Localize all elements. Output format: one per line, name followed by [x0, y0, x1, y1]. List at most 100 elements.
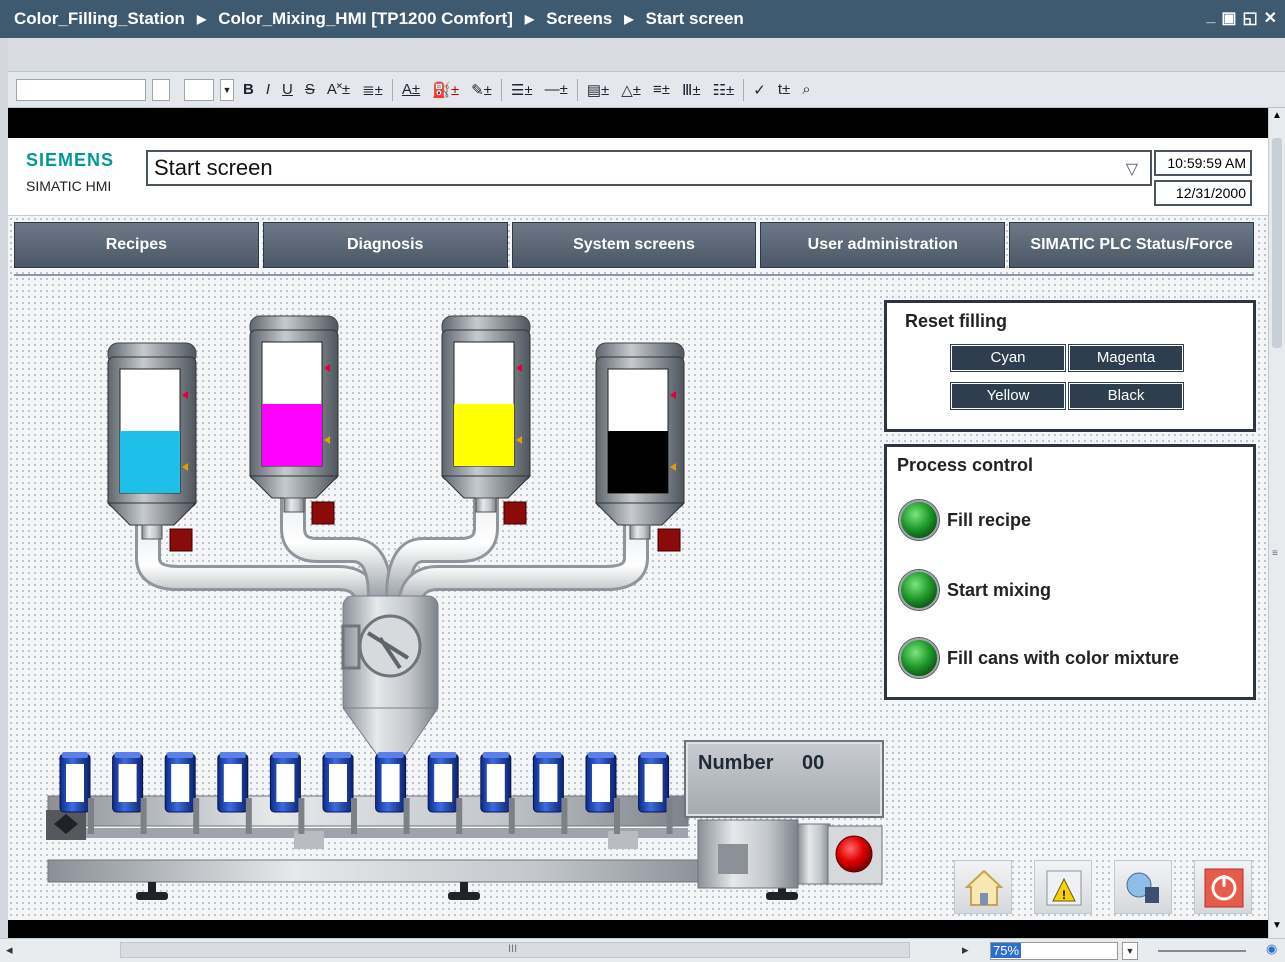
chevron-left-icon[interactable]: ◂ [6, 942, 13, 958]
float-icon[interactable]: ◱ [1242, 8, 1257, 28]
close-icon[interactable]: ✕ [1264, 8, 1277, 28]
breadcrumb-device[interactable]: Color_Mixing_HMI [TP1200 Comfort] [218, 9, 513, 29]
start-mixing-label: Start mixing [947, 579, 1052, 600]
stop-runtime-button[interactable] [1194, 860, 1252, 914]
emergency-stop-icon[interactable] [835, 835, 873, 873]
tank-level-fill [262, 404, 322, 466]
tank-black [594, 342, 686, 552]
status-led-icon [899, 570, 939, 610]
pipe-network [135, 475, 649, 621]
reset-yellow-button[interactable]: Yellow [950, 382, 1066, 410]
tank-level-fill [120, 431, 180, 493]
rotate-icon[interactable]: △± [618, 81, 644, 99]
window-titlebar: Color_Filling_Station ▶ Color_Mixing_HMI… [0, 0, 1285, 38]
zoom-value: 75% [991, 943, 1022, 958]
chevron-up-icon[interactable]: ▲ [1272, 110, 1282, 121]
reset-black-button[interactable]: Black [1068, 382, 1184, 410]
process-control-title: Process control [897, 455, 1034, 475]
minimize-icon[interactable]: _ [1206, 8, 1215, 28]
line-style-icon[interactable]: ☰± [508, 81, 536, 99]
toolbar-divider [576, 78, 578, 101]
home-icon [964, 869, 1004, 906]
zoom-dropdown-icon[interactable]: ▼ [1122, 942, 1138, 960]
breadcrumb-screens[interactable]: Screens [546, 9, 612, 29]
device-frame-top [8, 108, 1268, 138]
device-frame-bottom [8, 920, 1268, 938]
status-bar: ◂ III ▸ 75% ▼ ◉ [0, 938, 1285, 962]
italic-icon[interactable]: I [263, 81, 273, 98]
reset-filling-title: Reset filling [905, 311, 1008, 331]
line-width-icon[interactable]: —± [542, 81, 571, 98]
alarm-button[interactable]: ! [1034, 860, 1092, 914]
conveyor-motor [697, 819, 883, 889]
font-size-dropdown-icon[interactable]: ▼ [220, 78, 234, 101]
breadcrumb-separator-icon: ▶ [624, 12, 634, 26]
align-icon[interactable]: ▤± [584, 81, 612, 99]
reset-cyan-button[interactable]: Cyan [950, 344, 1066, 372]
status-led-icon [899, 638, 939, 678]
breadcrumb-start-screen[interactable]: Start screen [646, 9, 744, 29]
distribute-icon[interactable]: ≡± [650, 81, 673, 98]
reset-magenta-button[interactable]: Magenta [1068, 344, 1184, 372]
fit-to-window-icon[interactable]: ◉ [1266, 941, 1277, 957]
underline-icon[interactable]: U [279, 81, 296, 98]
alarm-warning-icon: ! [1046, 870, 1082, 906]
zoom-area-icon[interactable]: ⌕ [799, 81, 813, 98]
chevron-down-icon[interactable]: ▼ [1272, 920, 1282, 931]
power-stop-icon [1204, 868, 1244, 908]
language-globe-icon [1126, 872, 1159, 903]
columns-icon[interactable]: Ⅲ± [679, 81, 704, 99]
toolbar-divider [500, 78, 502, 101]
font-family-input[interactable] [16, 78, 146, 101]
scroll-grip-icon: ≡ [1272, 548, 1278, 559]
valve-icon[interactable] [311, 501, 335, 525]
counter-value: 00 [802, 752, 825, 774]
tank-yellow [440, 315, 532, 525]
fill-cans-button[interactable]: Fill cans with color mixture [899, 637, 1179, 679]
toolbar-divider [743, 78, 745, 101]
font-size-grow-icon[interactable]: A˟± [324, 81, 353, 98]
process-control-panel: Process control Fill recipe Start mixing… [884, 444, 1256, 700]
line-color-icon[interactable]: ✎± [468, 81, 495, 99]
tank-level-fill [454, 404, 514, 466]
valve-icon[interactable] [169, 528, 193, 552]
fill-color-icon[interactable]: ⛽± [429, 81, 462, 99]
start-mixing-button[interactable]: Start mixing [899, 569, 1051, 611]
scroll-grip-label: III [508, 943, 518, 955]
fill-cans-label: Fill cans with color mixture [947, 647, 1180, 668]
counter-label: Number [698, 752, 774, 774]
nav-plc-status-button[interactable]: SIMATIC PLC Status/Force [1009, 222, 1254, 268]
text-align-icon[interactable]: ≣± [359, 81, 386, 99]
toolbar-divider [391, 78, 393, 101]
window-controls: _ ▣ ◱ ✕ [1206, 8, 1277, 28]
breadcrumb: Color_Filling_Station ▶ Color_Mixing_HMI… [14, 9, 744, 29]
home-button[interactable] [954, 860, 1012, 914]
breadcrumb-project[interactable]: Color_Filling_Station [14, 9, 185, 29]
editor-subbar [8, 38, 1285, 72]
chevron-right-icon[interactable]: ▸ [962, 942, 969, 958]
status-led-icon [899, 500, 939, 540]
tab-order-icon[interactable]: t± [775, 81, 793, 98]
strikethrough-icon[interactable]: S [302, 81, 318, 98]
layer-icon[interactable]: ☷± [710, 81, 738, 99]
font-color-icon[interactable]: A± [399, 81, 423, 98]
language-button[interactable] [1114, 860, 1172, 914]
vertical-scrollbar[interactable]: ▲ ≡ ▼ [1268, 108, 1285, 938]
font-style-input[interactable] [152, 78, 170, 101]
font-size-input[interactable] [184, 78, 214, 101]
formatting-toolbar: ▼ B I U S A˟± ≣± A± ⛽± ✎± ☰± —± ▤± △± ≡±… [8, 72, 1285, 108]
zoom-input[interactable]: 75% [990, 942, 1118, 960]
fill-recipe-button[interactable]: Fill recipe [899, 499, 1031, 541]
tank-level-fill [608, 431, 668, 493]
check-icon[interactable]: ✓ [750, 81, 769, 99]
chevron-down-icon[interactable]: ▽ [1126, 154, 1138, 186]
valve-icon[interactable] [503, 501, 527, 525]
scrollbar-thumb[interactable] [1272, 138, 1282, 348]
bold-icon[interactable]: B [240, 81, 257, 98]
svg-text:!: ! [1062, 888, 1066, 902]
reset-filling-panel: Reset filling Cyan Magenta Yellow Black [884, 300, 1256, 432]
restore-icon[interactable]: ▣ [1221, 8, 1236, 28]
zoom-slider[interactable] [1158, 950, 1246, 952]
valve-icon[interactable] [657, 528, 681, 552]
can-counter: Number 00 [684, 740, 884, 818]
